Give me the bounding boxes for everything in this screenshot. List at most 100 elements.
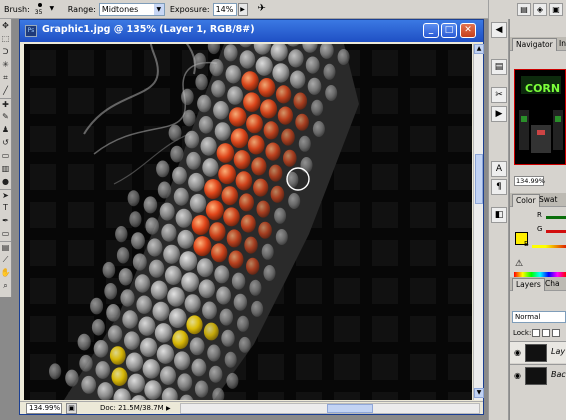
eye-icon[interactable]: ◉ — [514, 348, 521, 357]
gamut-warning-icon[interactable]: ⚠ — [515, 259, 523, 269]
tab-info[interactable]: Inf — [556, 38, 566, 51]
scroll-up-icon[interactable]: ▲ — [474, 44, 484, 54]
marquee-tool-icon[interactable]: ⬚ — [0, 33, 11, 44]
type-tool-icon[interactable]: T — [0, 202, 11, 213]
slice-tool-icon[interactable]: ╱ — [0, 85, 11, 96]
corn-kernel — [312, 121, 325, 137]
status-page-icon[interactable]: ▣ — [66, 403, 77, 414]
channel-g-slider[interactable] — [546, 230, 566, 233]
vertical-scrollbar[interactable]: ▲ ▼ — [473, 44, 484, 400]
eyedropper-tool-icon[interactable]: ⟋ — [0, 254, 11, 265]
corn-kernel — [263, 121, 279, 140]
lock-transparency-checkbox[interactable] — [532, 329, 540, 337]
zoom-tool-icon[interactable]: ⌕ — [0, 280, 11, 291]
maximize-button[interactable]: □ — [441, 23, 457, 38]
channel-r-slider[interactable] — [546, 216, 566, 219]
horizontal-scroll-thumb[interactable] — [327, 404, 373, 413]
corn-kernel — [140, 337, 158, 358]
lasso-tool-icon[interactable]: ᑐ — [0, 46, 11, 57]
corn-kernel — [144, 380, 162, 400]
notes-tool-icon[interactable]: ▤ — [0, 241, 11, 252]
gradient-tool-icon[interactable]: ▥ — [0, 163, 11, 174]
corn-kernel — [81, 375, 97, 394]
dock-history-icon[interactable]: ▤ — [491, 59, 507, 75]
magic-wand-tool-icon[interactable]: ✳ — [0, 59, 11, 70]
pen-tool-icon[interactable]: ✒ — [0, 215, 11, 226]
corn-kernel — [243, 92, 261, 112]
eye-icon[interactable]: ◉ — [514, 371, 521, 380]
range-select[interactable]: Midtones ▼ — [98, 2, 165, 16]
minimize-button[interactable]: _ — [423, 23, 439, 38]
corn-kernel — [170, 145, 184, 163]
corn-kernel — [174, 351, 191, 371]
layer-thumbnail — [525, 344, 547, 362]
close-button[interactable]: ✕ — [460, 23, 476, 38]
image-canvas[interactable] — [24, 44, 472, 400]
tab-channels[interactable]: Cha — [542, 278, 563, 291]
scroll-down-icon[interactable]: ▼ — [474, 388, 484, 398]
dock-paragraph-icon[interactable]: ¶ — [491, 179, 507, 195]
corn-kernel — [147, 238, 163, 257]
corn-kernel — [203, 322, 219, 341]
well-layer-comps-icon[interactable]: ▣ — [549, 3, 563, 16]
zoom-field[interactable]: 134.99% — [26, 403, 62, 414]
tab-layers[interactable]: Layers — [512, 278, 545, 291]
dock-tools-icon[interactable]: ✂ — [491, 87, 507, 103]
blend-mode-select[interactable]: Normal — [512, 311, 566, 323]
document-titlebar[interactable]: Ps Graphic1.jpg @ 135% (Layer 1, RGB/8#)… — [20, 20, 483, 42]
exposure-field[interactable]: 14% — [212, 2, 237, 16]
brush-preset-picker[interactable]: 35 — [33, 1, 47, 17]
corn-kernel — [115, 226, 128, 243]
dock-collapse-icon[interactable]: ◀ — [491, 22, 507, 38]
move-tool-icon[interactable]: ✥ — [0, 20, 11, 31]
dock-actions-icon[interactable]: ▶ — [491, 106, 507, 122]
corn-kernel — [240, 214, 256, 233]
brush-tool-icon[interactable]: ✎ — [0, 111, 11, 122]
layer-row[interactable]: ◉ Bac — [510, 364, 566, 386]
corn-kernel — [298, 135, 311, 152]
navigator-zoom-field[interactable]: 134.99% — [514, 176, 545, 186]
lock-image-checkbox[interactable] — [542, 329, 550, 337]
clone-stamp-tool-icon[interactable]: ♟ — [0, 124, 11, 135]
layer-row[interactable]: ◉ Lay — [510, 341, 566, 363]
corn-kernel — [184, 294, 201, 313]
dock-brushes-icon[interactable]: ◧ — [491, 207, 507, 223]
path-selection-tool-icon[interactable]: ➤ — [0, 189, 11, 200]
airbrush-icon[interactable]: ✈ — [254, 2, 270, 16]
well-brushes-icon[interactable]: ▤ — [517, 3, 531, 16]
exposure-slider-button[interactable]: ▶ — [237, 2, 248, 16]
healing-brush-tool-icon[interactable]: ✚ — [0, 98, 11, 109]
dodge-tool-icon[interactable]: ● — [0, 176, 11, 187]
corn-kernel — [156, 344, 175, 364]
eraser-tool-icon[interactable]: ▭ — [0, 150, 11, 161]
history-brush-tool-icon[interactable]: ↺ — [0, 137, 11, 148]
photoshop-document-icon: Ps — [25, 25, 37, 37]
navigator-thumbnail[interactable]: CORN — [514, 69, 566, 165]
channel-b-label: B — [524, 240, 529, 248]
crop-tool-icon[interactable]: ⌗ — [0, 72, 11, 83]
tab-navigator[interactable]: Navigator — [512, 38, 557, 51]
corn-kernel — [337, 49, 350, 65]
corn-kernel — [177, 229, 194, 249]
dock-character-icon[interactable]: A — [491, 161, 507, 177]
corn-kernel — [120, 289, 135, 307]
tab-swatches[interactable]: Swat — [536, 194, 560, 207]
corn-kernel — [142, 359, 160, 379]
shape-tool-icon[interactable]: ▭ — [0, 228, 11, 239]
lock-position-checkbox[interactable] — [552, 329, 560, 337]
corn-kernel — [111, 367, 128, 387]
corn-kernel — [307, 77, 322, 95]
corn-kernel — [143, 196, 158, 214]
corn-kernel — [132, 253, 147, 271]
brush-dropdown-arrow-icon[interactable]: ▼ — [48, 4, 56, 14]
corn-kernel — [211, 243, 228, 263]
horizontal-scrollbar[interactable] — [180, 403, 480, 414]
vertical-scroll-thumb[interactable] — [475, 154, 483, 204]
well-tool-presets-icon[interactable]: ◈ — [533, 3, 547, 16]
hand-tool-icon[interactable]: ✋ — [0, 267, 11, 278]
channel-b-slider[interactable] — [532, 245, 566, 248]
corn-kernel — [228, 250, 244, 269]
corn-kernel — [202, 158, 219, 177]
info-menu-arrow-icon[interactable]: ▶ — [166, 403, 175, 414]
layer-name: Bac — [551, 370, 566, 379]
